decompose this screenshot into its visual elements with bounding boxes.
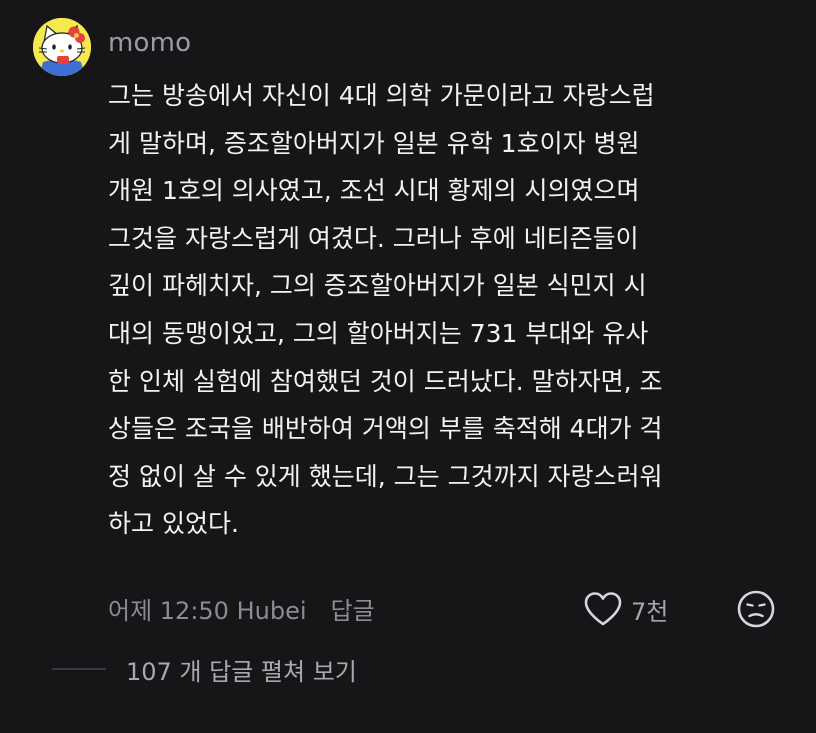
username[interactable]: momo bbox=[108, 24, 191, 62]
comment-meta: 어제 12:50 Hubei 답글 bbox=[108, 588, 375, 628]
comment-body: 그는 방송에서 자신이 4대 의학 가문이라고 자랑스럽 게 말하며, 증조할아… bbox=[108, 72, 798, 548]
comment-line: 정 없이 살 수 있게 했는데, 그는 그것까지 자랑스러워 bbox=[108, 461, 663, 491]
comment-line: 하고 있었다. bbox=[108, 509, 239, 539]
like-button[interactable]: 7천 bbox=[583, 589, 668, 629]
hello-kitty-avatar-icon bbox=[33, 18, 91, 76]
comment-line: 그는 방송에서 자신이 4대 의학 가문이라고 자랑스럽 bbox=[108, 81, 655, 110]
comment-item: momo 그는 방송에서 자신이 4대 의학 가문이라고 자랑스럽 게 말하며,… bbox=[0, 0, 816, 733]
sad-face-icon bbox=[737, 590, 775, 628]
expand-replies-label: 107 개 답글 펼쳐 보기 bbox=[126, 657, 357, 686]
comment-line: 그것을 자랑스럽게 여겼다. 그러나 후에 네티즌들이 bbox=[108, 223, 639, 253]
comment-line: 상들은 조국을 배반하여 거액의 부를 축적해 4대가 걱 bbox=[108, 414, 663, 444]
comment-timestamp: 어제 12:50 Hubei bbox=[108, 596, 307, 625]
comment-line: 게 말하며, 증조할아버지가 일본 유학 1호이자 병원 bbox=[108, 128, 640, 158]
comment-line: 대의 동맹이었고, 그의 할아버지는 731 부대와 유사 bbox=[108, 318, 649, 348]
replies-divider bbox=[52, 668, 106, 670]
heart-outline-icon bbox=[584, 592, 622, 626]
comment-line: 깊이 파헤치자, 그의 증조할아버지가 일본 식민지 시 bbox=[108, 271, 647, 301]
reply-button[interactable]: 답글 bbox=[331, 591, 375, 626]
reaction-button[interactable] bbox=[736, 589, 776, 629]
comment-line: 개원 1호의 의사였고, 조선 시대 황제의 시의였으며 bbox=[108, 176, 640, 206]
expand-replies-button[interactable]: 107 개 답글 펼쳐 보기 bbox=[52, 651, 357, 687]
avatar[interactable] bbox=[33, 18, 91, 76]
comment-line: 한 인체 실험에 참여했던 것이 드러났다. 말하자면, 조 bbox=[108, 366, 663, 396]
like-count: 7천 bbox=[631, 597, 669, 626]
